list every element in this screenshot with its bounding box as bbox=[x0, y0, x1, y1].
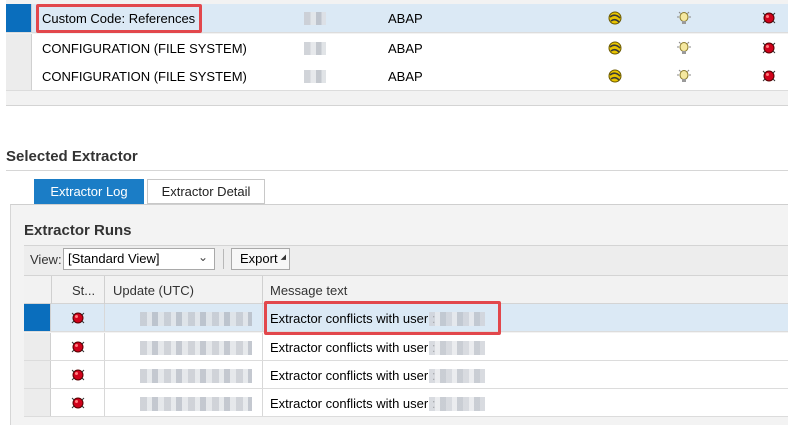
lightbulb-icon bbox=[676, 40, 692, 56]
row-selector[interactable] bbox=[6, 4, 32, 32]
extractor-type: ABAP bbox=[388, 69, 423, 84]
column-divider bbox=[51, 276, 52, 305]
row-selector[interactable] bbox=[24, 389, 51, 416]
extractor-table: Custom Code: References ABAP CONFIGURATI… bbox=[6, 0, 788, 106]
redacted-timestamp bbox=[140, 397, 252, 411]
red-light-icon bbox=[761, 40, 777, 56]
redacted-user bbox=[429, 341, 485, 355]
toolbar-separator bbox=[223, 249, 224, 269]
view-label: View: bbox=[30, 252, 62, 267]
red-light-icon bbox=[70, 310, 86, 326]
export-button[interactable]: Export ◢ bbox=[231, 248, 290, 270]
globe-status-icon bbox=[607, 10, 623, 26]
lightbulb-icon bbox=[676, 10, 692, 26]
column-header-message[interactable]: Message text bbox=[270, 283, 347, 298]
message-text: Extractor conflicts with user : bbox=[270, 368, 436, 383]
table-row[interactable]: Extractor conflicts with user : bbox=[24, 389, 788, 417]
divider bbox=[6, 170, 788, 171]
extractor-name: CONFIGURATION (FILE SYSTEM) bbox=[42, 69, 247, 84]
extractor-name: Custom Code: References bbox=[42, 11, 196, 26]
redacted-value bbox=[304, 70, 326, 83]
redacted-timestamp bbox=[140, 369, 252, 383]
menu-corner-icon: ◢ bbox=[280, 254, 286, 261]
extractor-type: ABAP bbox=[388, 11, 423, 26]
globe-status-icon bbox=[607, 40, 623, 56]
column-header-status[interactable]: St... bbox=[72, 283, 95, 298]
redacted-timestamp bbox=[140, 341, 252, 355]
tab-extractor-detail[interactable]: Extractor Detail bbox=[147, 179, 265, 204]
message-text: Extractor conflicts with user : bbox=[270, 396, 436, 411]
globe-status-icon bbox=[607, 68, 623, 84]
column-header-update[interactable]: Update (UTC) bbox=[113, 283, 194, 298]
extractor-row[interactable]: CONFIGURATION (FILE SYSTEM) ABAP bbox=[6, 62, 788, 91]
message-text: Extractor conflicts with user : bbox=[270, 340, 436, 355]
table-row[interactable]: Extractor conflicts with user : bbox=[24, 361, 788, 389]
redacted-user bbox=[429, 397, 485, 411]
row-selector[interactable] bbox=[24, 304, 51, 331]
row-selector[interactable] bbox=[6, 34, 32, 62]
redacted-user bbox=[429, 369, 485, 383]
redacted-timestamp bbox=[140, 312, 252, 326]
export-button-label: Export bbox=[240, 251, 278, 266]
redacted-value bbox=[304, 12, 326, 25]
red-light-icon bbox=[70, 367, 86, 383]
extractor-type: ABAP bbox=[388, 41, 423, 56]
table-row[interactable]: Extractor conflicts with user : bbox=[24, 333, 788, 361]
section-title: Selected Extractor bbox=[6, 148, 138, 165]
red-light-icon bbox=[70, 395, 86, 411]
redacted-user bbox=[429, 312, 485, 326]
red-light-icon bbox=[761, 10, 777, 26]
extractor-row[interactable]: CONFIGURATION (FILE SYSTEM) ABAP bbox=[6, 34, 788, 63]
column-divider bbox=[262, 276, 263, 305]
row-selector[interactable] bbox=[6, 62, 32, 90]
tab-extractor-log[interactable]: Extractor Log bbox=[34, 179, 144, 204]
row-selector[interactable] bbox=[24, 333, 51, 360]
view-select[interactable]: [Standard View] ⌄ bbox=[63, 248, 215, 270]
runs-title: Extractor Runs bbox=[24, 222, 132, 239]
extractor-name: CONFIGURATION (FILE SYSTEM) bbox=[42, 41, 247, 56]
extractor-row[interactable]: Custom Code: References ABAP bbox=[6, 4, 788, 33]
view-select-value: [Standard View] bbox=[68, 251, 160, 266]
lightbulb-icon bbox=[676, 68, 692, 84]
redacted-value bbox=[304, 42, 326, 55]
column-divider bbox=[104, 276, 105, 305]
grid-header: St... Update (UTC) Message text bbox=[24, 275, 788, 305]
row-selector[interactable] bbox=[24, 361, 51, 388]
message-text: Extractor conflicts with user : bbox=[270, 311, 436, 326]
red-light-icon bbox=[761, 68, 777, 84]
table-row[interactable]: Extractor conflicts with user : bbox=[24, 304, 788, 332]
chevron-down-icon: ⌄ bbox=[197, 250, 208, 264]
red-light-icon bbox=[70, 339, 86, 355]
